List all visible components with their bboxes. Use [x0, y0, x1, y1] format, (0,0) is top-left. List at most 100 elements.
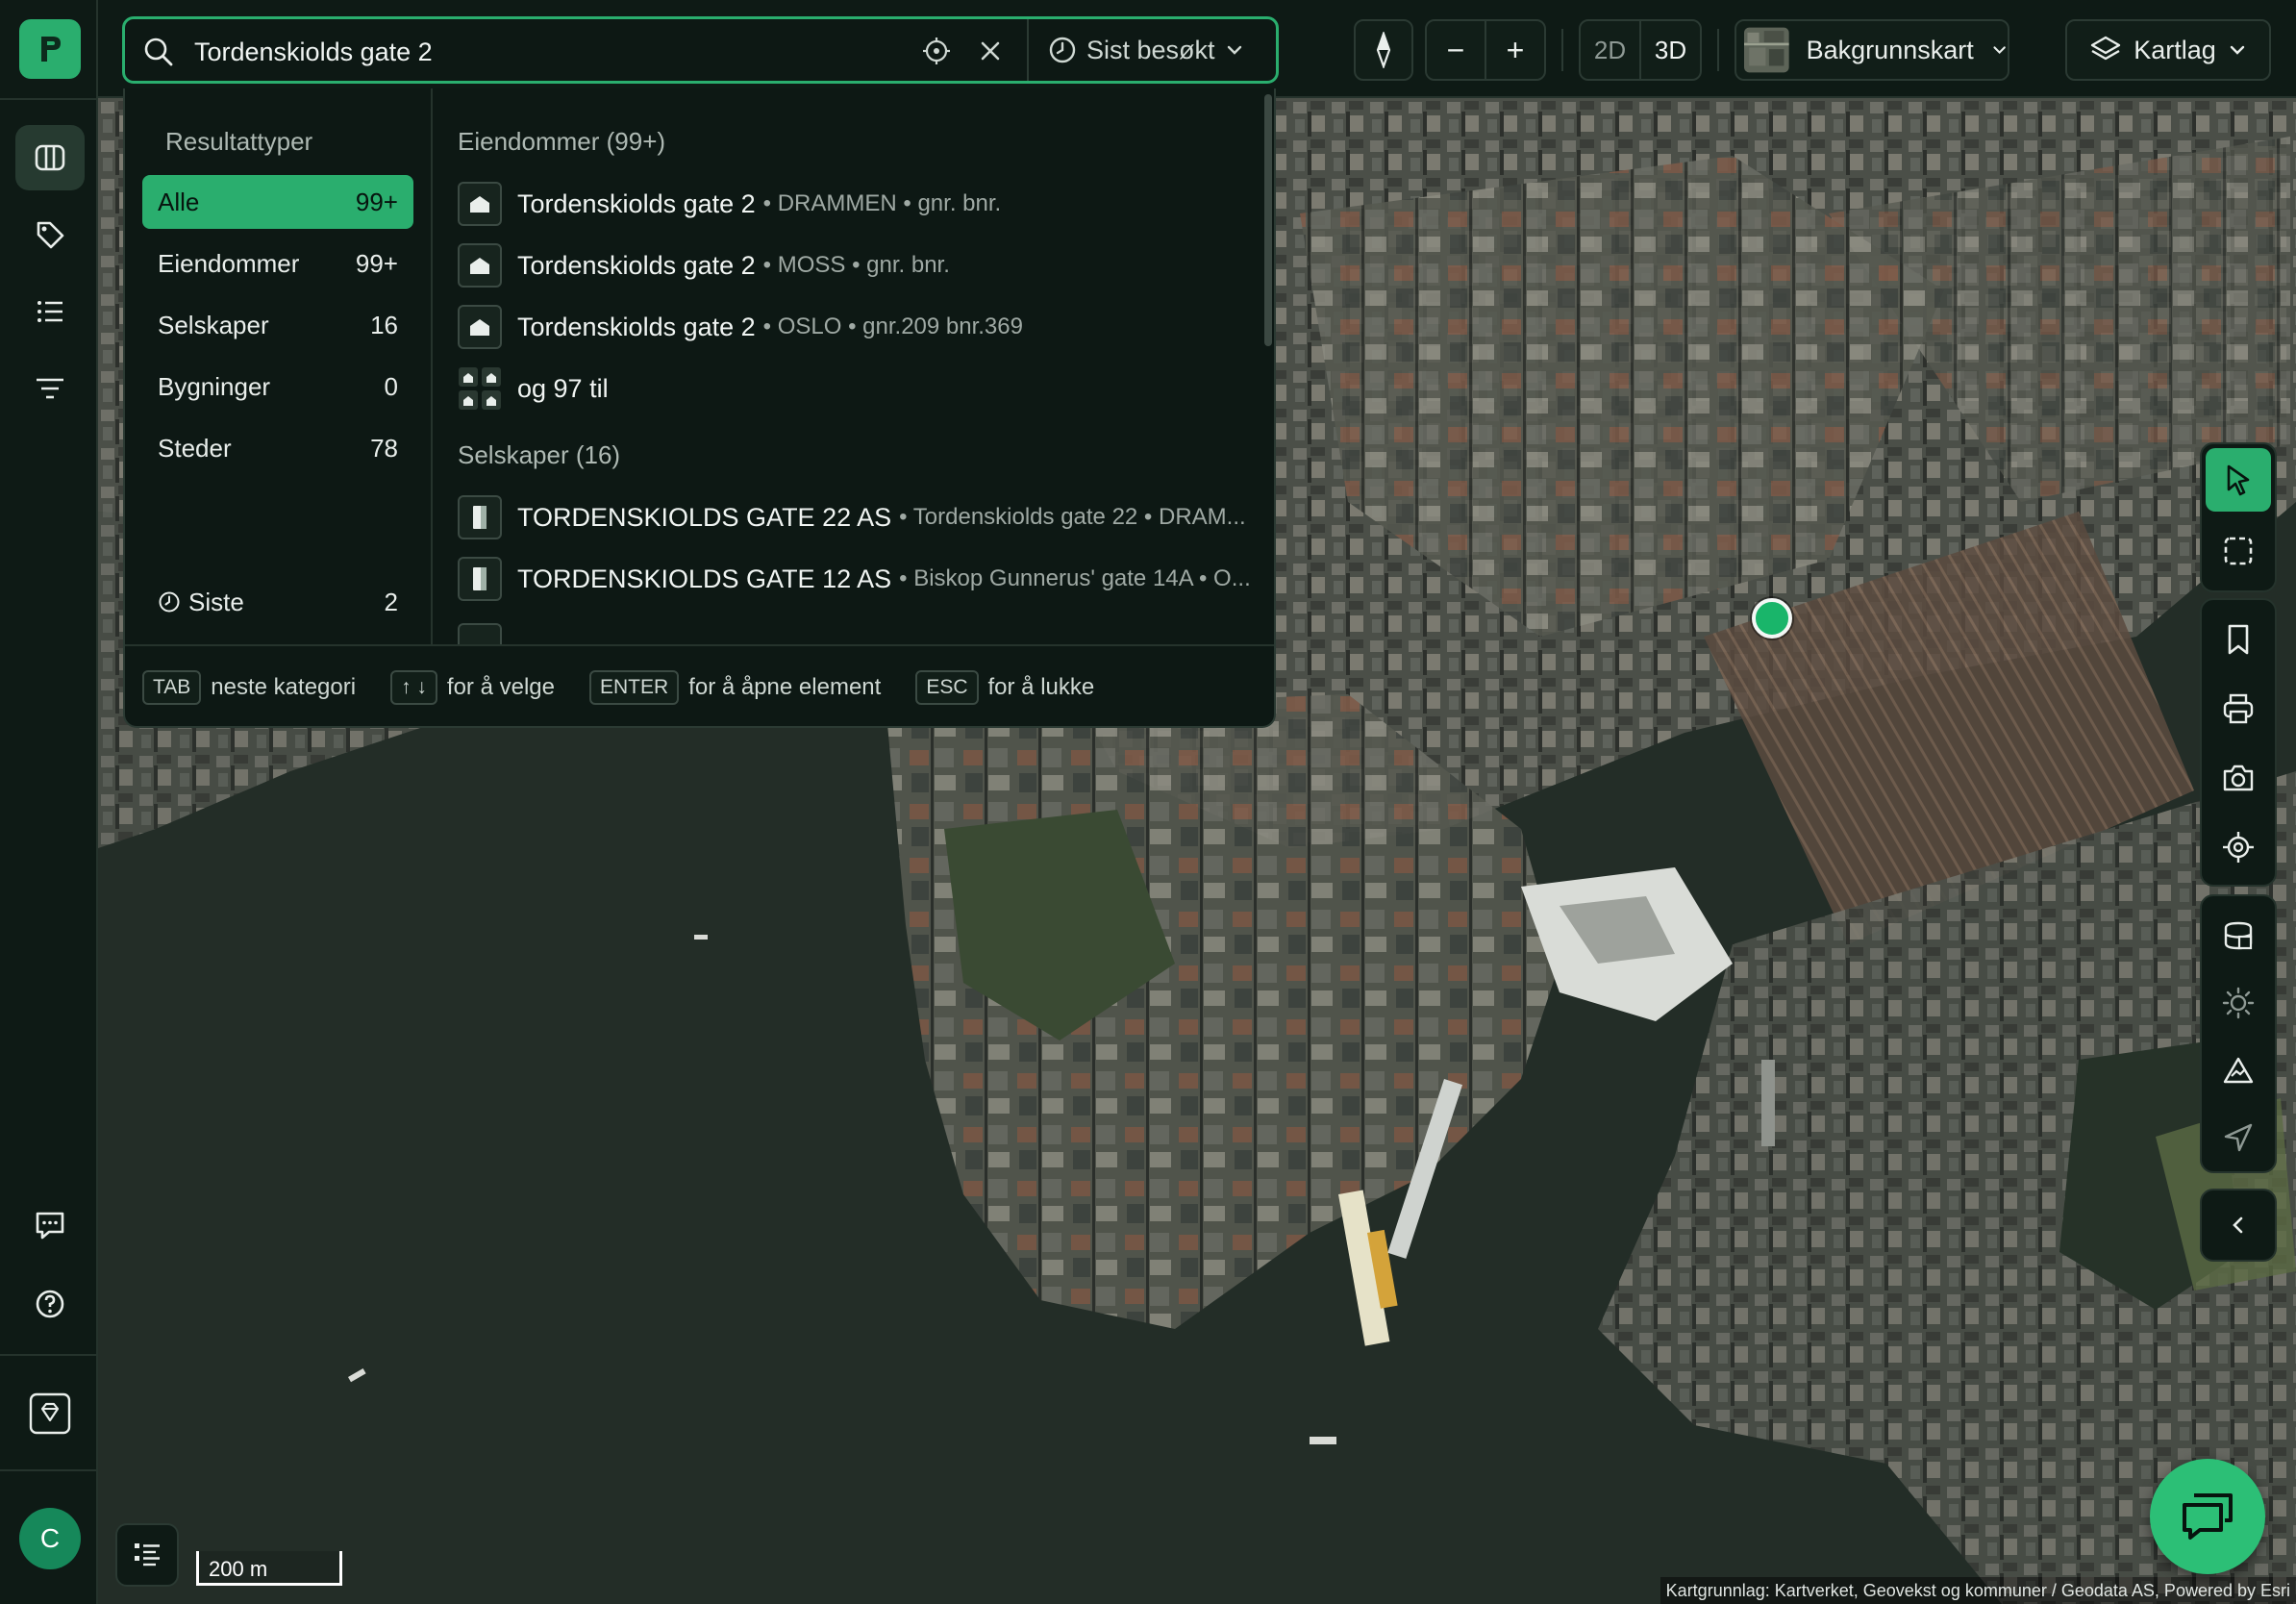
recent-dropdown[interactable]: Sist besøkt	[1029, 19, 1263, 81]
chat-bubbles-icon	[2183, 1493, 2233, 1540]
user-avatar[interactable]: C	[19, 1508, 81, 1569]
basemap-label: Bakgrunnskart	[1806, 35, 1974, 64]
compass-icon	[1376, 32, 1391, 68]
result-subtitle: • Tordenskiolds gate 22 • DRAM...	[899, 504, 1246, 530]
result-row-property[interactable]: Tordenskiolds gate 2 • DRAMMEN • gnr. bn…	[458, 181, 1001, 227]
basemap-thumbnail-icon	[1744, 27, 1789, 73]
result-types-heading: Resultattyper	[165, 127, 313, 156]
category-all[interactable]: Alle 99+	[142, 175, 413, 229]
search-input[interactable]: Tordenskiolds gate 2	[194, 38, 433, 67]
compass-button[interactable]	[1354, 19, 1413, 81]
location-marker[interactable]	[1752, 598, 1792, 639]
category-places[interactable]: Steder 78	[142, 421, 413, 475]
sidebar-item-list[interactable]	[15, 279, 85, 344]
properties-heading: Eiendommer (99+)	[458, 127, 666, 156]
view-3d-button[interactable]: 3D	[1641, 36, 1700, 65]
search-results-panel: Resultattyper Alle 99+ Eiendommer 99+ Sels…	[123, 88, 1276, 728]
legend-button[interactable]	[115, 1523, 179, 1587]
map-actions	[2200, 598, 2277, 887]
help-button[interactable]	[15, 1271, 85, 1337]
sidebar-item-map[interactable]	[15, 125, 85, 190]
result-row-more[interactable]: og 97 til	[458, 365, 609, 412]
clock-icon	[1049, 37, 1076, 63]
result-subtitle: • MOSS • gnr. bnr.	[762, 252, 950, 278]
results-column: Eiendommer (99+) Tordenskiolds gate 2 • …	[435, 88, 1274, 644]
diamond-badge-icon	[29, 1392, 71, 1435]
sun-icon	[2222, 987, 2255, 1019]
category-label: Siste	[188, 587, 244, 616]
list-icon	[37, 301, 62, 322]
app-logo[interactable]	[19, 19, 81, 79]
company-icon-partial	[458, 623, 502, 644]
sidebar-divider	[0, 98, 98, 100]
camera-icon	[2223, 764, 2254, 791]
category-recent[interactable]: Siste 2	[142, 575, 413, 629]
category-label: Selskaper	[158, 310, 269, 339]
multiple-properties-icon	[458, 366, 502, 411]
result-title: Tordenskiolds gate 2	[517, 312, 756, 341]
terrain-button[interactable]	[2206, 1039, 2271, 1102]
search-icon	[144, 38, 173, 66]
my-location-button[interactable]	[2206, 815, 2271, 879]
navigate-button[interactable]	[2206, 1106, 2271, 1169]
search-box[interactable]: Tordenskiolds gate 2 Sist besøkt	[122, 16, 1279, 84]
clear-search-icon[interactable]	[979, 39, 1002, 63]
feedback-button[interactable]	[15, 1192, 85, 1258]
chevron-down-icon	[1227, 45, 1241, 55]
zoom-in-button[interactable]: +	[1486, 33, 1544, 68]
screenshot-button[interactable]	[2206, 746, 2271, 810]
layers-label: Kartlag	[2134, 35, 2216, 64]
locate-crosshair-icon[interactable]	[922, 37, 951, 65]
result-subtitle: • Biskop Gunnerus' gate 14A • O...	[899, 565, 1251, 591]
bookmark-button[interactable]	[2206, 608, 2271, 671]
result-row-company[interactable]: TORDENSKIOLDS GATE 22 AS • Tordenskiolds…	[458, 494, 1246, 540]
result-row-company[interactable]: TORDENSKIOLDS GATE 12 AS • Biskop Gunner…	[458, 556, 1251, 602]
shortcut-text: for å åpne element	[688, 673, 882, 700]
chat-button[interactable]	[2150, 1459, 2265, 1574]
zoom-out-button[interactable]: −	[1427, 33, 1485, 68]
filter-icon	[37, 378, 63, 399]
zoom-controls: − +	[1425, 19, 1546, 81]
category-count: 16	[370, 310, 398, 339]
shortcut-key: ↑ ↓	[390, 669, 437, 705]
result-subtitle: • DRAMMEN • gnr. bnr.	[762, 190, 1002, 216]
shortcut-text: neste kategori	[211, 673, 357, 700]
layers-stack-icon	[2224, 921, 2253, 950]
result-title: TORDENSKIOLDS GATE 22 AS	[517, 502, 892, 532]
sidebar-item-tags[interactable]	[15, 202, 85, 267]
results-scrollbar[interactable]	[1264, 94, 1272, 346]
chevron-down-icon	[2230, 45, 2244, 55]
sidebar-divider	[0, 1354, 98, 1356]
sidebar-item-filter[interactable]	[15, 356, 85, 421]
pointer-tool-button[interactable]	[2206, 448, 2271, 512]
category-properties[interactable]: Eiendommer 99+	[142, 237, 413, 290]
collapse-panel	[2200, 1189, 2277, 1262]
sun-shadow-button[interactable]	[2206, 971, 2271, 1035]
map-scale: 200 m	[196, 1551, 342, 1586]
company-icon	[458, 495, 502, 539]
mountain-icon	[2223, 1057, 2254, 1084]
category-count: 99+	[355, 248, 398, 278]
bookmark-icon	[2228, 624, 2249, 655]
view-2d-button[interactable]: 2D	[1581, 36, 1639, 65]
sidebar-divider	[0, 1469, 98, 1471]
upgrade-button[interactable]	[15, 1381, 85, 1446]
collapse-button[interactable]	[2206, 1193, 2271, 1257]
result-row-property[interactable]: Tordenskiolds gate 2 • MOSS • gnr. bnr.	[458, 242, 950, 288]
category-label: Bygninger	[158, 371, 271, 401]
printer-icon	[2223, 693, 2254, 724]
print-button[interactable]	[2206, 677, 2271, 740]
toolbar-divider	[1717, 29, 1719, 71]
category-companies[interactable]: Selskaper 16	[142, 298, 413, 352]
basemap-dropdown[interactable]: Bakgrunnskart	[1734, 19, 2009, 81]
volume-tool-button[interactable]	[2206, 904, 2271, 967]
result-row-property[interactable]: Tordenskiolds gate 2 • OSLO • gnr.209 bn…	[458, 304, 1023, 350]
companies-heading: Selskaper (16)	[458, 440, 621, 469]
tag-icon	[37, 221, 64, 249]
chevron-down-icon	[1993, 46, 2006, 55]
layers-icon	[2091, 36, 2121, 61]
layers-dropdown[interactable]: Kartlag	[2065, 19, 2271, 81]
area-select-button[interactable]	[2206, 519, 2271, 583]
category-buildings[interactable]: Bygninger 0	[142, 360, 413, 414]
company-icon	[458, 557, 502, 601]
